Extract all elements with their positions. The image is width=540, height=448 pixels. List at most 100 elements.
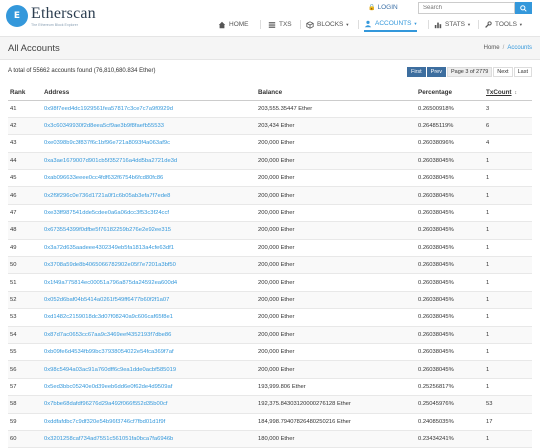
address-link[interactable]: 0x7bbe68dafdf96276d29a492f066f552d35b00c… (42, 395, 256, 414)
balance-cell: 200,000 Ether (256, 152, 416, 171)
percentage-cell: 0.26038045% (416, 291, 484, 310)
next-page-button[interactable]: Next (493, 67, 513, 77)
address-link[interactable]: 0xab096633eeee0cc4fdf632f6754b6fcd80fc86 (42, 169, 256, 188)
txcount-cell: 1 (484, 326, 532, 344)
address-link[interactable]: 0xb09fe6d4534fb99bc37938054022e54fca369f… (42, 343, 256, 362)
table-row: 50 0x3708a59de8b4065066782902e05f7e7201a3… (8, 256, 532, 275)
chart-icon (434, 22, 442, 28)
breadcrumb-home[interactable]: Home (484, 45, 500, 51)
percentage-cell: 0.26500918% (416, 100, 484, 118)
percentage-cell: 0.26038045% (416, 239, 484, 258)
address-link[interactable]: 0xa3ae1679007d901cb5f352716a4dd5ba2721de… (42, 152, 256, 171)
cube-icon (306, 20, 314, 29)
login-link[interactable]: 🔒 LOGIN (368, 4, 398, 11)
balance-cell: 200,000 Ether (256, 204, 416, 223)
percentage-cell: 0.26038045% (416, 326, 484, 344)
balance-cell: 200,000 Ether (256, 273, 416, 292)
nav-accounts[interactable]: ACCOUNTS ▼ (364, 17, 418, 32)
search-icon (520, 4, 527, 12)
balance-cell: 200,000 Ether (256, 360, 416, 379)
address-link[interactable]: 0xd1482c2159018dc3d07f08240a9c606caf65f8… (42, 308, 256, 327)
nav-home[interactable]: HOME (218, 17, 249, 32)
rank-cell: 60 (8, 430, 42, 448)
percentage-cell: 0.25045976% (416, 395, 484, 414)
table-row: 46 0x2f9f296c0e736d1721a0f1c6b05ab3efa7f7… (8, 186, 532, 205)
home-icon (218, 21, 226, 28)
rank-cell: 58 (8, 395, 42, 414)
search-input[interactable] (418, 2, 515, 14)
address-link[interactable]: 0x98c5494a03ac91a760dff6c9ea1dde0acbf585… (42, 360, 256, 379)
chevron-down-icon: ▼ (413, 21, 418, 26)
col-header-txcount[interactable]: TxCount ↕ (484, 86, 532, 101)
txcount-cell: 53 (484, 395, 532, 414)
address-link[interactable]: 0x1f49a775814ec00051a796a875da24592ea600… (42, 273, 256, 292)
address-link[interactable]: 0xddfafdbc7c9df320e54b96f3746cf7fbd01d1f… (42, 413, 256, 431)
percentage-cell: 0.26038096% (416, 134, 484, 153)
percentage-cell: 0.26038045% (416, 343, 484, 362)
rank-cell: 41 (8, 100, 42, 118)
balance-cell: 200,000 Ether (256, 221, 416, 240)
rank-cell: 55 (8, 343, 42, 362)
balance-cell: 200,000 Ether (256, 256, 416, 275)
txcount-cell: 6 (484, 117, 532, 136)
balance-cell: 203,555.35447 Ether (256, 100, 416, 118)
first-page-button[interactable]: First (406, 67, 426, 77)
balance-cell: 200,000 Ether (256, 134, 416, 153)
txcount-cell: 3 (484, 100, 532, 118)
txcount-cell: 1 (484, 291, 532, 310)
address-link[interactable]: 0x3708a59de8b4065066782902e05f7e7201a3bf… (42, 256, 256, 275)
table-row: 59 0xddfafdbc7c9df320e54b96f3746cf7fbd01d… (8, 413, 532, 431)
prev-page-button[interactable]: Prev (426, 67, 446, 77)
balance-cell: 200,000 Ether (256, 186, 416, 205)
address-link[interactable]: 0x5ed3bbc05240e0d39eeb6dd6e0f62de4d9509a… (42, 378, 256, 397)
table-row: 48 0x673554399f0dfbe5f76182259b276e2e92ee… (8, 221, 532, 240)
balance-cell: 200,000 Ether (256, 239, 416, 258)
table-row: 53 0xd1482c2159018dc3d07f08240a9c606caf65… (8, 308, 532, 327)
percentage-cell: 0.26038045% (416, 186, 484, 205)
table-row: 51 0x1f49a775814ec00051a796a875da24592ea6… (8, 273, 532, 292)
txcount-cell: 17 (484, 413, 532, 431)
percentage-cell: 0.23434241% (416, 430, 484, 448)
txcount-cell: 1 (484, 186, 532, 205)
rank-cell: 57 (8, 378, 42, 397)
accounts-summary: A total of 55662 accounts found (76,810,… (8, 68, 156, 74)
balance-cell: 200,000 Ether (256, 169, 416, 188)
balance-cell: 200,000 Ether (256, 291, 416, 310)
rank-cell: 56 (8, 360, 42, 379)
address-link[interactable]: 0x87d7ac0653cc67aa9c3469eef4352193f7dbe8… (42, 326, 256, 344)
address-link[interactable]: 0x3a72d635aadeee4302349eb5fa1813a4cfe63d… (42, 239, 256, 258)
address-link[interactable]: 0x052d6baf04b5414a0261f549ff6477b60f2f1a… (42, 291, 256, 310)
login-label: LOGIN (377, 4, 398, 11)
address-link[interactable]: 0x98f7eed4dc1929561fea57817c3ce7c7a9f092… (42, 100, 256, 118)
txcount-cell: 1 (484, 430, 532, 448)
nav-blocks[interactable]: BLOCKS ▼ (306, 17, 349, 32)
nav-txs[interactable]: TXS (268, 17, 292, 32)
address-link[interactable]: 0x3c60349930f2d8eea5cf9ae3b9f8faefb55533 (42, 117, 256, 136)
nav-tools[interactable]: TOOLS ▼ (484, 17, 523, 32)
col-header-rank: Rank (8, 86, 42, 101)
nav-stats[interactable]: STATS ▼ (434, 17, 471, 32)
address-link[interactable]: 0x2f9f296c0e736d1721a0f1c6b05ab3efa7f7ed… (42, 186, 256, 205)
address-link[interactable]: 0x673554399f0dfbe5f76182259b276e2e92ee31… (42, 221, 256, 240)
address-link[interactable]: 0xe33ff987541dde5cdee0a6a06dcc3f53c3f24c… (42, 204, 256, 223)
txcount-cell: 1 (484, 343, 532, 362)
percentage-cell: 0.26038045% (416, 308, 484, 327)
percentage-cell: 0.26038045% (416, 360, 484, 379)
rank-cell: 59 (8, 413, 42, 431)
search-button[interactable] (515, 2, 532, 14)
breadcrumb: Home / Accounts (483, 45, 532, 51)
percentage-cell: 0.24085035% (416, 413, 484, 431)
breadcrumb-current: Accounts (507, 45, 532, 51)
last-page-button[interactable]: Last (513, 67, 532, 77)
table-row: 44 0xa3ae1679007d901cb5f352716a4dd5ba2721… (8, 152, 532, 171)
accounts-table: Rank Address Balance Percentage TxCount ↕… (8, 86, 532, 448)
rank-cell: 42 (8, 117, 42, 136)
address-link[interactable]: 0xe0398b9c3f837f6c1bf96e721a8093f4a063af… (42, 134, 256, 153)
txcount-cell: 1 (484, 152, 532, 171)
balance-cell: 192,375.84303120000276128 Ether (256, 395, 416, 414)
address-link[interactable]: 0x3201258caf734ad7551c561051fa0bca7fa694… (42, 430, 256, 448)
table-row: 55 0xb09fe6d4534fb99bc37938054022e54fca36… (8, 343, 532, 362)
table-row: 47 0xe33ff987541dde5cdee0a6a06dcc3f53c3f2… (8, 204, 532, 223)
sort-icon[interactable]: ↕ (515, 90, 518, 96)
table-row: 42 0x3c60349930f2d8eea5cf9ae3b9f8faefb555… (8, 117, 532, 136)
